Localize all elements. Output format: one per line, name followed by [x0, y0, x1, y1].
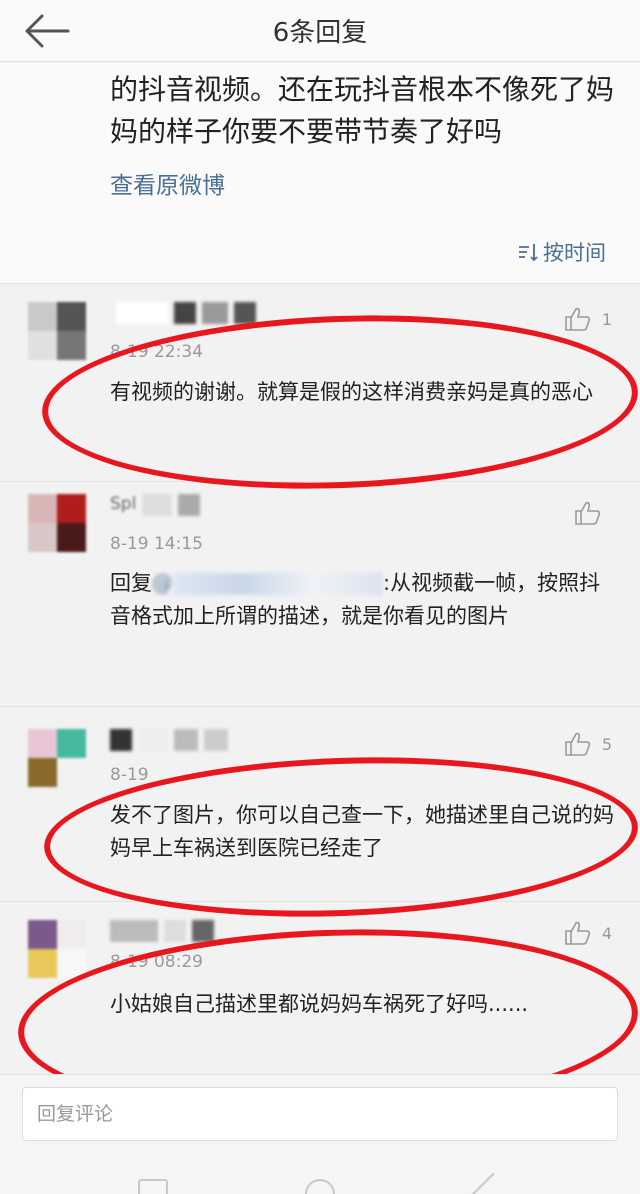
- like-count: 5: [601, 734, 612, 754]
- mention-blurred: [173, 573, 383, 595]
- view-original-link[interactable]: 查看原微博: [110, 166, 225, 200]
- avatar[interactable]: [28, 302, 86, 360]
- username-blurred[interactable]: Spl: [110, 494, 201, 516]
- comment-time: 8-19 22:34: [110, 342, 203, 362]
- avatar[interactable]: [28, 494, 86, 552]
- comment-time: 8-19: [110, 765, 149, 785]
- nav-home-icon[interactable]: [305, 1179, 335, 1194]
- comment-item: 8-19 08:29 小姑娘自己描述里都说妈妈车祸死了好吗...... 4: [0, 901, 640, 1074]
- username-blurred[interactable]: [110, 920, 214, 942]
- reply-input[interactable]: 回复评论: [22, 1087, 618, 1141]
- comment-text: 有视频的谢谢。就算是假的这样消费亲妈是真的恶心: [110, 380, 593, 404]
- comment-time: 8-19 14:15: [110, 534, 203, 554]
- comment-item: Spl 8-19 14:15 回复@:从视频截一帧，按照抖音格式加上所谓的描述，…: [0, 481, 640, 706]
- thumbs-up-icon: [565, 921, 591, 945]
- avatar[interactable]: [28, 920, 86, 978]
- username-blurred[interactable]: [110, 302, 256, 324]
- nav-recent-icon[interactable]: [138, 1179, 168, 1194]
- thumbs-up-icon: [565, 307, 591, 331]
- avatar[interactable]: [28, 729, 86, 787]
- comment-text: 发不了图片，你可以自己查一下，她描述里自己说的妈妈早上车祸送到医院已经走了: [110, 803, 614, 860]
- thumbs-up-icon: [575, 501, 601, 525]
- sort-by-time-button[interactable]: 按时间: [517, 237, 606, 267]
- like-count: 4: [601, 923, 612, 943]
- comment-text: 小姑娘自己描述里都说妈妈车祸死了好吗......: [110, 992, 529, 1016]
- like-button[interactable]: [574, 500, 612, 526]
- like-button[interactable]: 5: [564, 731, 612, 757]
- original-post: 的抖音视频。还在玩抖音根本不像死了妈妈的样子你要不要带节奏了好吗 查看原微博 按…: [0, 63, 640, 283]
- username-blurred[interactable]: [110, 729, 228, 751]
- comment-item: 8-19 发不了图片，你可以自己查一下，她描述里自己说的妈妈早上车祸送到医院已经…: [0, 706, 640, 901]
- reply-prefix: 回复: [110, 571, 152, 595]
- like-count: 1: [601, 309, 612, 329]
- comment-item: 8-19 22:34 有视频的谢谢。就算是假的这样消费亲妈是真的恶心 1: [0, 283, 640, 481]
- like-button[interactable]: 4: [564, 920, 612, 946]
- page-title: 6条回复: [272, 18, 368, 48]
- mention-link[interactable]: @: [152, 571, 173, 595]
- nav-back-icon[interactable]: [471, 1172, 515, 1194]
- username: Spl: [110, 494, 137, 514]
- post-text: 的抖音视频。还在玩抖音根本不像死了妈妈的样子你要不要带节奏了好吗: [110, 73, 615, 148]
- thumbs-up-icon: [565, 732, 591, 756]
- like-button[interactable]: 1: [564, 306, 612, 332]
- sort-label: 按时间: [543, 241, 606, 265]
- comment-time: 8-19 08:29: [110, 952, 203, 972]
- sort-icon: [519, 244, 538, 262]
- comment-text: 回复@:从视频截一帧，按照抖音格式加上所谓的描述，就是你看见的图片: [110, 567, 615, 633]
- top-bar: 6条回复: [0, 0, 640, 62]
- reply-bar: 回复评论: [0, 1074, 640, 1194]
